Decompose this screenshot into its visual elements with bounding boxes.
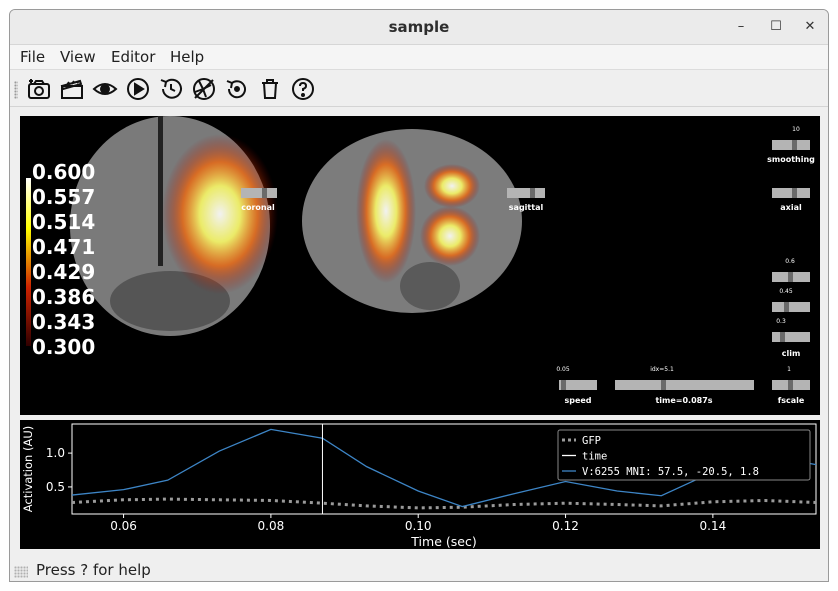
title-bar: sample – ☐ ✕: [10, 10, 828, 45]
time-course-plot[interactable]: 0.06 0.08 0.10 0.12 0.14 0.5 1.0 Time (sec) Acti…: [20, 420, 820, 549]
colorbar-label: 0.429: [32, 260, 96, 284]
screenshot-icon[interactable]: [26, 76, 52, 102]
plot-canvas: 0.06 0.08 0.10 0.12 0.14 0.5 1.0 Time (sec) Acti…: [21, 423, 817, 549]
speed-value: 0.05: [556, 366, 570, 373]
clim-slider-label: clim: [781, 349, 801, 358]
window-title: sample: [388, 18, 450, 36]
menu-file[interactable]: File: [20, 48, 45, 66]
colorbar-label: 0.300: [32, 335, 96, 359]
legend-entry: GFP: [582, 435, 601, 447]
brain-render-view[interactable]: 0.600 0.557 0.514 0.471 0.429 0.386 0.34…: [20, 116, 820, 415]
slider-handle[interactable]: [262, 188, 267, 198]
axial-slider[interactable]: [772, 188, 810, 198]
status-text: Press ? for help: [36, 561, 151, 579]
legend-entry: time: [582, 451, 607, 463]
status-grip: [14, 566, 28, 578]
colorbar-label: 0.514: [32, 210, 96, 234]
colorbar-label: 0.471: [32, 235, 96, 259]
brain-visualization: [26, 116, 522, 346]
coronal-slider[interactable]: [241, 188, 277, 198]
fscale-value: 1: [787, 366, 791, 373]
menu-bar: File View Editor Help: [10, 45, 828, 70]
camera-off-icon[interactable]: [191, 76, 217, 102]
menu-editor[interactable]: Editor: [111, 48, 155, 66]
clim-min-slider[interactable]: [772, 332, 810, 342]
close-button[interactable]: ✕: [801, 18, 819, 36]
sagittal-activation-3: [420, 206, 480, 266]
menu-view[interactable]: View: [60, 48, 96, 66]
legend-entry: V:6255 MNI: 57.5, -20.5, 1.8: [582, 466, 759, 478]
colorbar: [26, 178, 31, 346]
clim-max-value: 0.6: [785, 258, 795, 265]
y-axis-label: Activation (AU): [21, 426, 35, 513]
colorbar-label: 0.600: [32, 160, 96, 184]
menu-help[interactable]: Help: [170, 48, 204, 66]
x-tick-label: 0.14: [700, 519, 727, 533]
y-tick-label: 1.0: [46, 446, 65, 460]
fscale-slider[interactable]: [772, 380, 810, 390]
colorbar-label: 0.343: [32, 310, 96, 334]
clim-mid-slider[interactable]: [772, 302, 810, 312]
clim-max-slider[interactable]: [772, 272, 810, 282]
slider-handle[interactable]: [788, 272, 793, 282]
application-window: sample – ☐ ✕ File View Editor Help 0.600…: [9, 9, 829, 582]
toolbar-grip[interactable]: [14, 81, 18, 99]
slider-handle[interactable]: [784, 302, 789, 312]
speed-slider-label: speed: [564, 396, 592, 405]
slider-handle[interactable]: [661, 380, 666, 390]
x-tick-label: 0.06: [110, 519, 137, 533]
axial-slider-label: axial: [780, 203, 802, 212]
smoothing-slider-label: smoothing: [767, 155, 815, 164]
maximize-button[interactable]: ☐: [767, 18, 785, 36]
x-tick-label: 0.10: [405, 519, 432, 533]
movie-icon[interactable]: [59, 76, 85, 102]
y-tick-label: 0.5: [46, 480, 65, 494]
x-tick-label: 0.08: [258, 519, 285, 533]
toolbar: [10, 71, 828, 107]
x-tick-label: 0.12: [552, 519, 579, 533]
help-icon[interactable]: [290, 76, 316, 102]
time-index-value: idx=5.1: [650, 366, 674, 373]
sagittal-activation-2: [424, 164, 480, 208]
slider-handle[interactable]: [792, 188, 797, 198]
clim-min-value: 0.3: [776, 318, 786, 325]
minimize-button[interactable]: –: [732, 18, 750, 36]
restore-icon[interactable]: [224, 76, 250, 102]
slider-handle[interactable]: [780, 332, 785, 342]
speed-slider[interactable]: [559, 380, 597, 390]
time-slider[interactable]: [615, 380, 754, 390]
sagittal-slider-label: sagittal: [508, 203, 544, 212]
reset-time-icon[interactable]: [158, 76, 184, 102]
smoothing-value: 10: [792, 126, 800, 133]
status-bar: Press ? for help: [10, 558, 828, 581]
x-axis-label: Time (sec): [410, 534, 476, 549]
trash-icon[interactable]: [257, 76, 283, 102]
sagittal-activation-1: [356, 139, 416, 283]
smoothing-slider[interactable]: [772, 140, 810, 150]
slider-handle[interactable]: [788, 380, 793, 390]
visibility-icon[interactable]: [92, 76, 118, 102]
time-slider-label: time=0.087s: [655, 396, 713, 405]
colorbar-label: 0.557: [32, 185, 96, 209]
coronal-slider-label: coronal: [241, 203, 275, 212]
play-icon[interactable]: [125, 76, 151, 102]
coronal-activation: [162, 134, 278, 294]
slider-handle[interactable]: [561, 380, 566, 390]
sagittal-slider[interactable]: [507, 188, 545, 198]
fscale-slider-label: fscale: [777, 396, 805, 405]
clim-mid-value: 0.45: [779, 288, 793, 295]
colorbar-label: 0.386: [32, 285, 96, 309]
slider-handle[interactable]: [530, 188, 535, 198]
slider-handle[interactable]: [792, 140, 797, 150]
